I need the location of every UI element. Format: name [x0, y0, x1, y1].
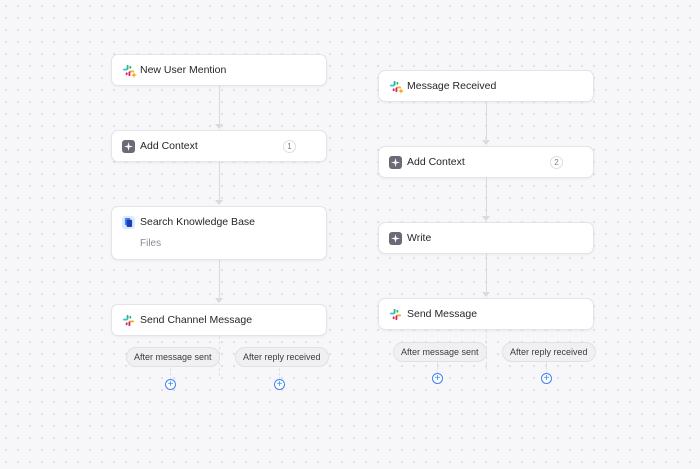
slack-icon: [389, 308, 402, 321]
connector-arrow: [482, 140, 490, 145]
node-label: Search Knowledge Base: [140, 216, 255, 228]
action-node-send-channel-message[interactable]: Send Channel Message: [111, 304, 327, 336]
connector: [219, 260, 220, 298]
branch-after-reply-received[interactable]: After reply received: [502, 342, 596, 362]
sparkle-icon: [389, 156, 402, 169]
node-label: Send Channel Message: [140, 314, 253, 326]
trigger-node-new-user-mention[interactable]: New User Mention: [111, 54, 327, 86]
action-node-send-message[interactable]: Send Message: [378, 298, 594, 330]
connector-arrow: [482, 292, 490, 297]
knowledge-base-icon: [122, 216, 135, 229]
node-label: Write: [407, 232, 432, 244]
connector-arrow: [215, 200, 223, 205]
action-node-search-knowledge-base[interactable]: Search Knowledge Base Files: [111, 206, 327, 260]
connector-arrow: [215, 124, 223, 129]
action-node-add-context[interactable]: Add Context 2: [378, 146, 594, 178]
branch-after-reply-received[interactable]: After reply received: [235, 347, 329, 367]
branch-after-message-sent[interactable]: After message sent: [126, 347, 220, 367]
connector: [486, 254, 487, 292]
context-count-badge: 1: [283, 140, 296, 153]
action-node-write[interactable]: Write: [378, 222, 594, 254]
sparkle-badge-icon: [131, 72, 137, 78]
trigger-node-message-received[interactable]: Message Received: [378, 70, 594, 102]
connector-arrow: [215, 298, 223, 303]
node-label: Message Received: [407, 80, 497, 92]
add-step-button[interactable]: +: [274, 379, 285, 390]
right-workflow: Message Received Add Context 2 Write Sen…: [378, 0, 596, 469]
connector: [486, 102, 487, 140]
connector-arrow: [482, 216, 490, 221]
left-workflow: New User Mention Add Context 1 Search Kn…: [111, 0, 329, 469]
action-node-add-context[interactable]: Add Context 1: [111, 130, 327, 162]
connector: [486, 178, 487, 216]
sparkle-icon: [389, 232, 402, 245]
add-step-button[interactable]: +: [432, 373, 443, 384]
connector: [219, 86, 220, 124]
node-label: Add Context: [407, 156, 465, 168]
add-step-button[interactable]: +: [541, 373, 552, 384]
connector: [219, 162, 220, 200]
context-count-badge: 2: [550, 156, 563, 169]
node-label: Add Context: [140, 140, 198, 152]
sparkle-icon: [122, 140, 135, 153]
node-sublabel: Files: [140, 238, 162, 249]
add-step-button[interactable]: +: [165, 379, 176, 390]
branch-after-message-sent[interactable]: After message sent: [393, 342, 487, 362]
node-label: Send Message: [407, 308, 478, 320]
node-label: New User Mention: [140, 64, 227, 76]
sparkle-badge-icon: [398, 88, 404, 94]
slack-icon: [122, 314, 135, 327]
